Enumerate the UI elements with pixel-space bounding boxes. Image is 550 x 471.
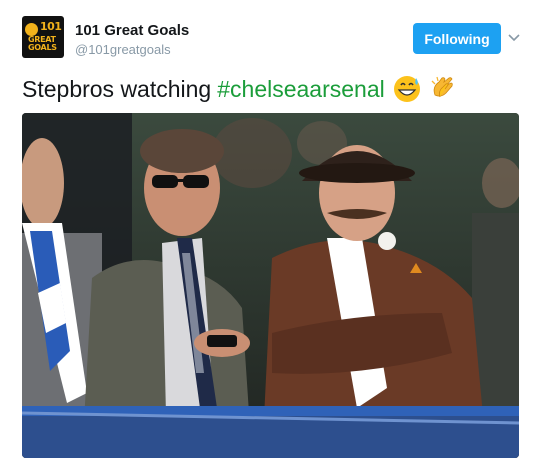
clapping-hands-emoji-icon xyxy=(429,75,457,103)
tweet-text: Stepbros watching #chelseaarsenal xyxy=(22,75,457,103)
display-name[interactable]: 101 Great Goals xyxy=(75,22,189,39)
avatar-logo-number: 101 xyxy=(40,20,62,33)
grinning-sweat-emoji-icon xyxy=(393,75,421,103)
chevron-down-icon[interactable] xyxy=(506,28,522,48)
avatar-logo-words: GREAT GOALS xyxy=(28,35,57,52)
avatar[interactable]: 101 GREAT GOALS xyxy=(22,16,64,58)
tweet-card: 101 GREAT GOALS 101 Great Goals @101great… xyxy=(0,0,550,471)
following-button[interactable]: Following xyxy=(413,23,501,54)
hashtag-link[interactable]: #chelseaarsenal xyxy=(217,76,385,103)
user-handle[interactable]: @101greatgoals xyxy=(75,42,171,57)
tweet-photo[interactable] xyxy=(22,113,519,458)
tweet-text-body: Stepbros watching xyxy=(22,75,212,102)
